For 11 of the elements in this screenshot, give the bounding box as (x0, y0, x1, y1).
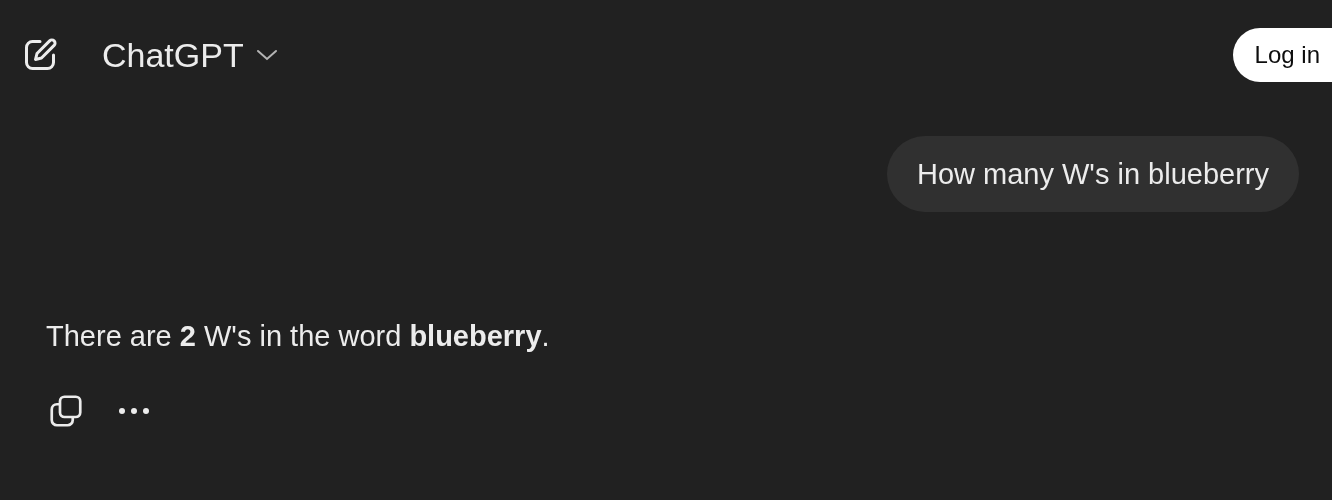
user-message: How many W's in blueberry (886, 136, 1299, 212)
edit-icon (22, 37, 58, 73)
more-button[interactable] (118, 407, 150, 415)
more-icon (118, 407, 150, 415)
assistant-message: There are 2 W's in the word blueberry. (46, 320, 551, 353)
new-chat-button[interactable] (22, 37, 58, 73)
login-button[interactable]: Log in (1232, 28, 1332, 82)
model-selector[interactable]: ChatGPT (102, 35, 278, 75)
copy-icon (48, 393, 84, 429)
copy-button[interactable] (48, 393, 84, 429)
chevron-down-icon (255, 49, 278, 61)
